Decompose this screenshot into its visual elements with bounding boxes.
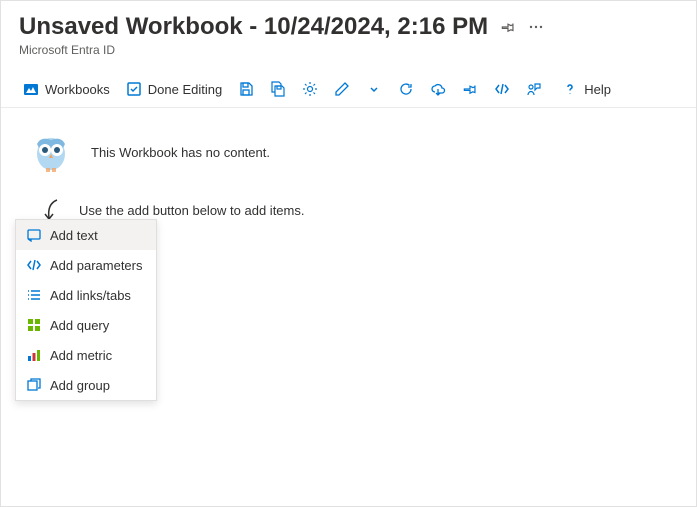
done-editing-icon bbox=[126, 81, 142, 97]
workbooks-icon bbox=[23, 81, 39, 97]
hint-text: Use the add button below to add items. bbox=[79, 203, 304, 218]
refresh-icon bbox=[398, 81, 414, 97]
gear-icon bbox=[302, 81, 318, 97]
person-feedback-icon bbox=[526, 81, 542, 97]
toolbar: Workbooks Done Editing bbox=[1, 71, 696, 108]
edit-dropdown[interactable] bbox=[358, 77, 390, 101]
menu-item-label: Add text bbox=[50, 228, 98, 243]
menu-item-label: Add group bbox=[50, 378, 110, 393]
save-icon bbox=[238, 81, 254, 97]
help-label: Help bbox=[584, 82, 611, 97]
help-icon bbox=[562, 81, 578, 97]
subtitle: Microsoft Entra ID bbox=[19, 43, 678, 57]
done-editing-label: Done Editing bbox=[148, 82, 222, 97]
owl-icon bbox=[29, 130, 73, 174]
pin-button[interactable] bbox=[454, 77, 486, 101]
menu-item-label: Add query bbox=[50, 318, 109, 333]
workbooks-button[interactable]: Workbooks bbox=[15, 77, 118, 101]
add-menu: Add text Add parameters Add links/tabs A… bbox=[15, 219, 157, 401]
title-row: Unsaved Workbook - 10/24/2024, 2:16 PM bbox=[19, 13, 678, 41]
metric-icon bbox=[26, 347, 42, 363]
group-icon bbox=[26, 377, 42, 393]
pencil-icon bbox=[334, 81, 350, 97]
save-as-icon bbox=[270, 81, 286, 97]
page-title: Unsaved Workbook - 10/24/2024, 2:16 PM bbox=[19, 13, 488, 41]
more-icon[interactable] bbox=[528, 19, 544, 35]
parameters-icon bbox=[26, 257, 42, 273]
menu-item-label: Add links/tabs bbox=[50, 288, 131, 303]
add-text-item[interactable]: Add text bbox=[16, 220, 156, 250]
add-links-item[interactable]: Add links/tabs bbox=[16, 280, 156, 310]
list-icon bbox=[26, 287, 42, 303]
empty-state: This Workbook has no content. bbox=[29, 130, 668, 174]
page-header: Unsaved Workbook - 10/24/2024, 2:16 PM M… bbox=[1, 1, 696, 61]
workbooks-label: Workbooks bbox=[45, 82, 110, 97]
add-group-item[interactable]: Add group bbox=[16, 370, 156, 400]
code-button[interactable] bbox=[486, 77, 518, 101]
pin-icon[interactable] bbox=[500, 19, 516, 35]
pin-icon-toolbar bbox=[462, 81, 478, 97]
menu-item-label: Add parameters bbox=[50, 258, 143, 273]
code-icon bbox=[494, 81, 510, 97]
feedback-button[interactable] bbox=[518, 77, 550, 101]
save-as-button[interactable] bbox=[262, 77, 294, 101]
grid-icon bbox=[26, 317, 42, 333]
add-query-item[interactable]: Add query bbox=[16, 310, 156, 340]
menu-item-label: Add metric bbox=[50, 348, 112, 363]
edit-button[interactable] bbox=[326, 77, 358, 101]
save-button[interactable] bbox=[230, 77, 262, 101]
chevron-down-icon bbox=[366, 81, 382, 97]
text-icon bbox=[26, 227, 42, 243]
open-button[interactable] bbox=[422, 77, 454, 101]
help-button[interactable]: Help bbox=[554, 77, 619, 101]
settings-button[interactable] bbox=[294, 77, 326, 101]
add-metric-item[interactable]: Add metric bbox=[16, 340, 156, 370]
no-content-text: This Workbook has no content. bbox=[91, 145, 270, 160]
done-editing-button[interactable]: Done Editing bbox=[118, 77, 230, 101]
cloud-icon bbox=[430, 81, 446, 97]
refresh-button[interactable] bbox=[390, 77, 422, 101]
add-parameters-item[interactable]: Add parameters bbox=[16, 250, 156, 280]
